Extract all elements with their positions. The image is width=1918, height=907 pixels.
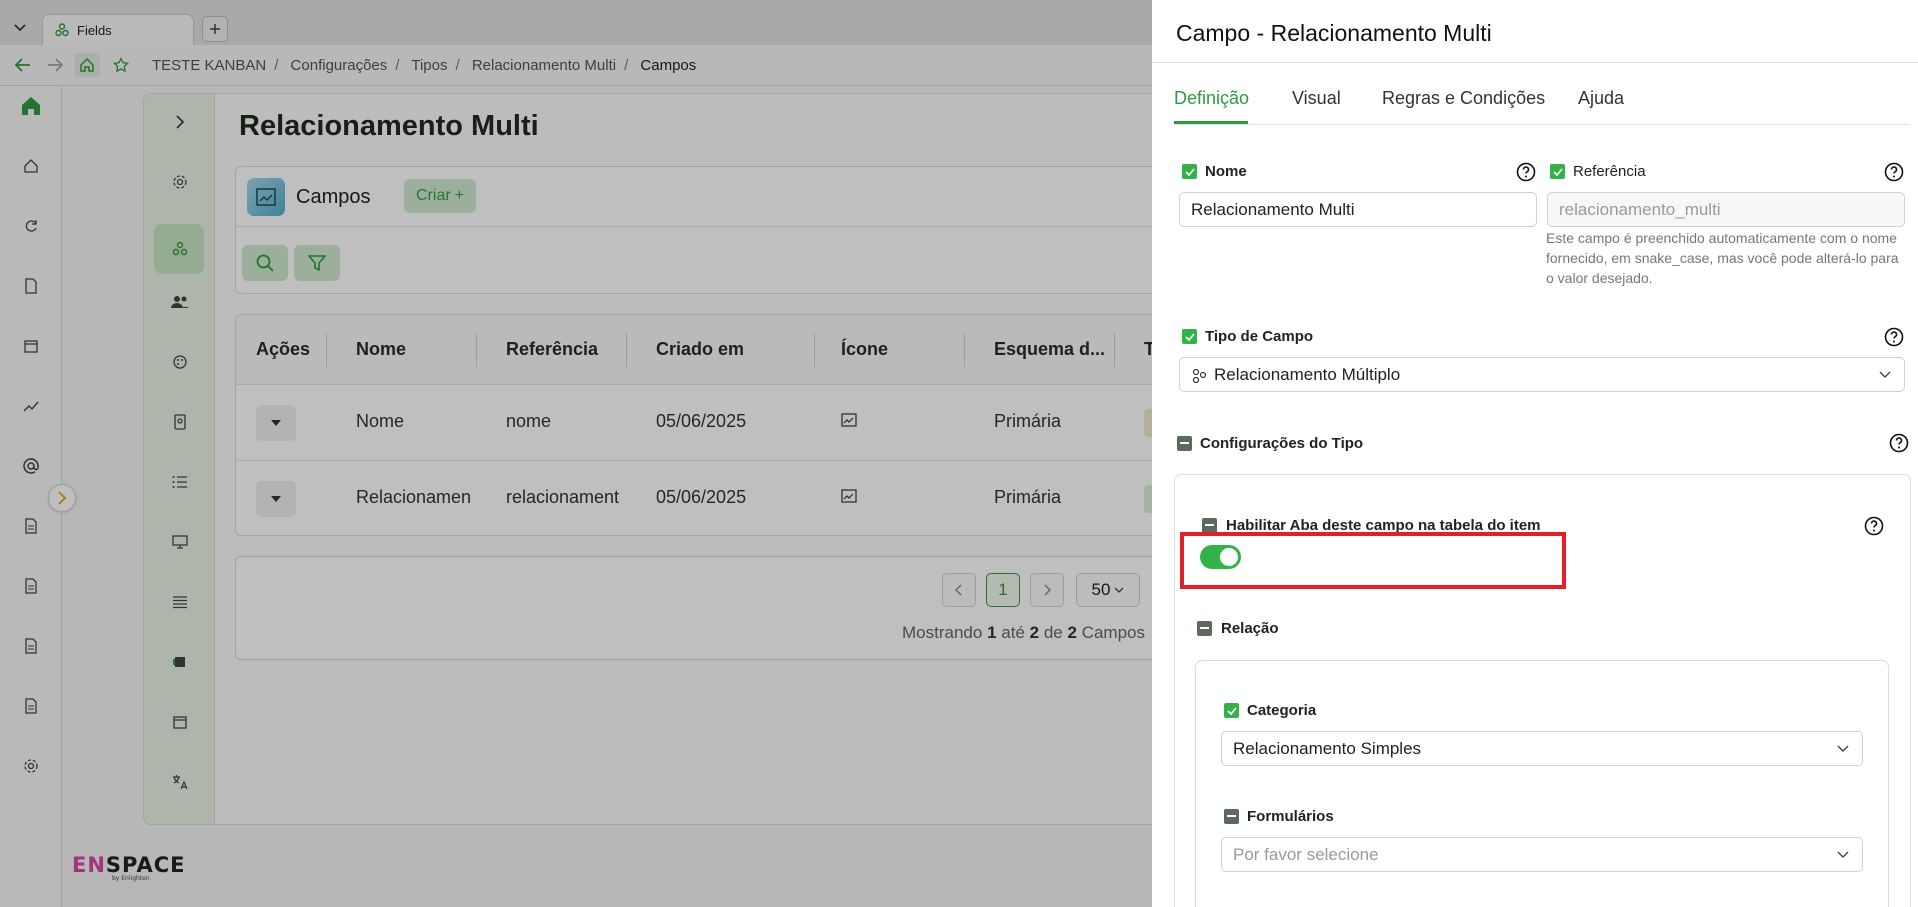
tipo-checkbox[interactable] [1182, 329, 1197, 344]
formularios-select[interactable]: Por favor selecione [1221, 837, 1863, 872]
nome-input[interactable]: Relacionamento Multi [1179, 192, 1537, 227]
tipo-label: Tipo de Campo [1205, 328, 1314, 345]
formularios-placeholder: Por favor selecione [1233, 844, 1379, 864]
categoria-value: Relacionamento Simples [1233, 738, 1422, 758]
modal-backdrop[interactable] [0, 0, 1152, 907]
tab-regras[interactable]: Regras e Condições [1382, 88, 1545, 109]
tab-definicao[interactable]: Definição [1174, 88, 1249, 109]
nome-label: Nome [1205, 163, 1247, 180]
help-icon[interactable] [1889, 433, 1909, 453]
relation-icon [1192, 368, 1207, 383]
referencia-input[interactable]: relacionamento_multi [1547, 192, 1905, 227]
help-icon[interactable] [1864, 516, 1884, 536]
tipo-select[interactable]: Relacionamento Múltiplo [1179, 357, 1905, 392]
tab-ajuda[interactable]: Ajuda [1578, 88, 1624, 109]
collapse-relacao-icon[interactable] [1197, 621, 1212, 636]
active-tab-indicator [1174, 121, 1248, 124]
chevron-down-icon [1879, 371, 1891, 378]
chevron-down-icon [1837, 745, 1849, 752]
categoria-checkbox[interactable] [1224, 703, 1239, 718]
referencia-checkbox[interactable] [1550, 164, 1565, 179]
help-icon[interactable] [1884, 162, 1904, 182]
collapse-formularios-icon[interactable] [1224, 809, 1239, 824]
referencia-help-text: Este campo é preenchido automaticamente … [1546, 230, 1899, 286]
chevron-down-icon [1837, 851, 1849, 858]
panel-title: Campo - Relacionamento Multi [1176, 20, 1492, 46]
categoria-label: Categoria [1247, 702, 1317, 719]
config-section-label: Configurações do Tipo [1200, 435, 1364, 452]
tipo-value: Relacionamento Múltiplo [1214, 364, 1401, 384]
help-icon[interactable] [1884, 327, 1904, 347]
formularios-label: Formulários [1247, 808, 1334, 825]
help-icon[interactable] [1516, 162, 1536, 182]
nome-checkbox[interactable] [1182, 164, 1197, 179]
categoria-select[interactable]: Relacionamento Simples [1221, 731, 1863, 766]
relacao-label: Relação [1221, 620, 1279, 637]
tab-visual[interactable]: Visual [1292, 88, 1341, 109]
referencia-label: Referência [1573, 163, 1646, 180]
collapse-config-icon[interactable] [1177, 436, 1192, 451]
highlight-box [1180, 532, 1566, 589]
collapse-habilitar-icon[interactable] [1202, 518, 1217, 533]
